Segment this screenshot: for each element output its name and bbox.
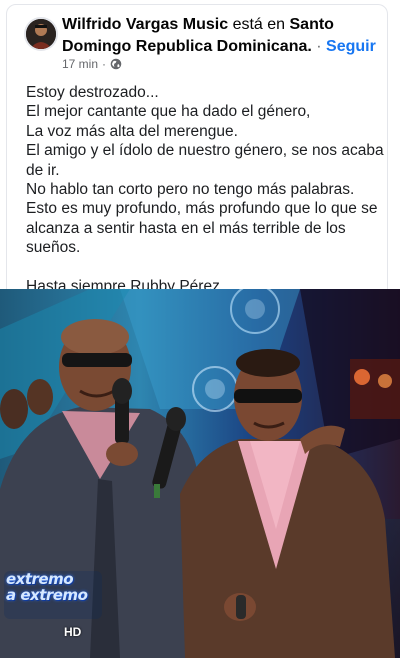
globe-icon (110, 58, 122, 70)
post-timestamp[interactable]: 17 min (62, 57, 98, 71)
post-photo[interactable]: extremo a extremo HD (0, 289, 400, 658)
post-header: Wilfrido Vargas Music está en Santo Domi… (7, 5, 387, 71)
meta-dot: · (102, 57, 107, 71)
hd-badge: HD (64, 625, 82, 639)
post-line: La voz más alta del merengue. (26, 122, 238, 140)
post-line: El amigo y el ídolo de nuestro género, s… (26, 142, 384, 179)
post-meta: 17 min · (62, 57, 122, 71)
page-avatar[interactable] (24, 17, 58, 51)
follow-separator: · (311, 38, 327, 55)
avatar-image (26, 19, 56, 49)
post-line: El mejor cantante que ha dado el género, (26, 103, 311, 121)
post-line: Estoy destrozado... (26, 84, 159, 101)
post-author-line: Wilfrido Vargas Music está en Santo Domi… (62, 14, 380, 58)
author-name[interactable]: Wilfrido Vargas Music (62, 16, 228, 33)
author-connector: está en (228, 16, 290, 33)
post-line: No hablo tan corto pero no tengo más pal… (26, 181, 355, 199)
watermark-line2: a extremo (6, 586, 88, 604)
watermark-line1: extremo (6, 570, 74, 588)
show-watermark: extremo a extremo (6, 571, 102, 603)
post-line: Esto es muy profundo, más profundo que l… (26, 200, 378, 257)
post-card: Wilfrido Vargas Music está en Santo Domi… (6, 4, 388, 295)
post-body: Estoy destrozado... El mejor cantante qu… (26, 83, 386, 296)
follow-button[interactable]: Seguir (326, 38, 376, 55)
